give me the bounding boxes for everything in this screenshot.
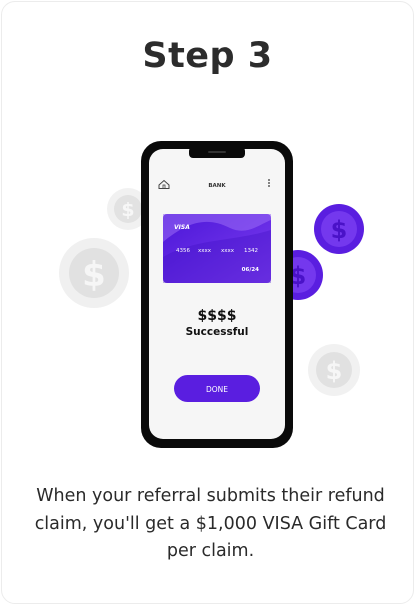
credit-card: VISA 4356 xxxx xxxx 1342 06/24 (163, 214, 271, 283)
step-card: Step 3 $ $ $ $ $ BANK VISA 4356 xxxx xxx… (1, 1, 414, 604)
coin-icon: $ (308, 344, 360, 396)
coin-icon: $ (314, 204, 364, 254)
card-number-group: xxxx (198, 248, 212, 254)
visa-logo: VISA (174, 224, 190, 231)
dollar-icon: $ (331, 216, 348, 244)
more-vertical-icon[interactable] (268, 179, 270, 187)
amount-text: $$$$ (198, 308, 237, 324)
coin-icon: $ (59, 238, 129, 308)
card-expiry: 06/24 (242, 267, 259, 273)
dollar-icon: $ (82, 255, 106, 295)
dollar-icon: $ (326, 357, 343, 385)
bank-success-illustration: $ $ $ $ $ BANK VISA 4356 xxxx xxxx 1342 … (59, 141, 364, 448)
card-number-group: xxxx (221, 248, 235, 254)
done-button-label: DONE (206, 385, 228, 394)
done-button[interactable]: DONE (174, 375, 260, 402)
phone-header-title: BANK (208, 183, 226, 189)
step-description: When your referral submits their refund … (34, 486, 387, 561)
card-number-group: 4356 (176, 248, 190, 254)
status-text: Successful (186, 326, 249, 338)
dollar-icon: $ (121, 199, 134, 221)
card-number-group: 1342 (244, 248, 258, 254)
